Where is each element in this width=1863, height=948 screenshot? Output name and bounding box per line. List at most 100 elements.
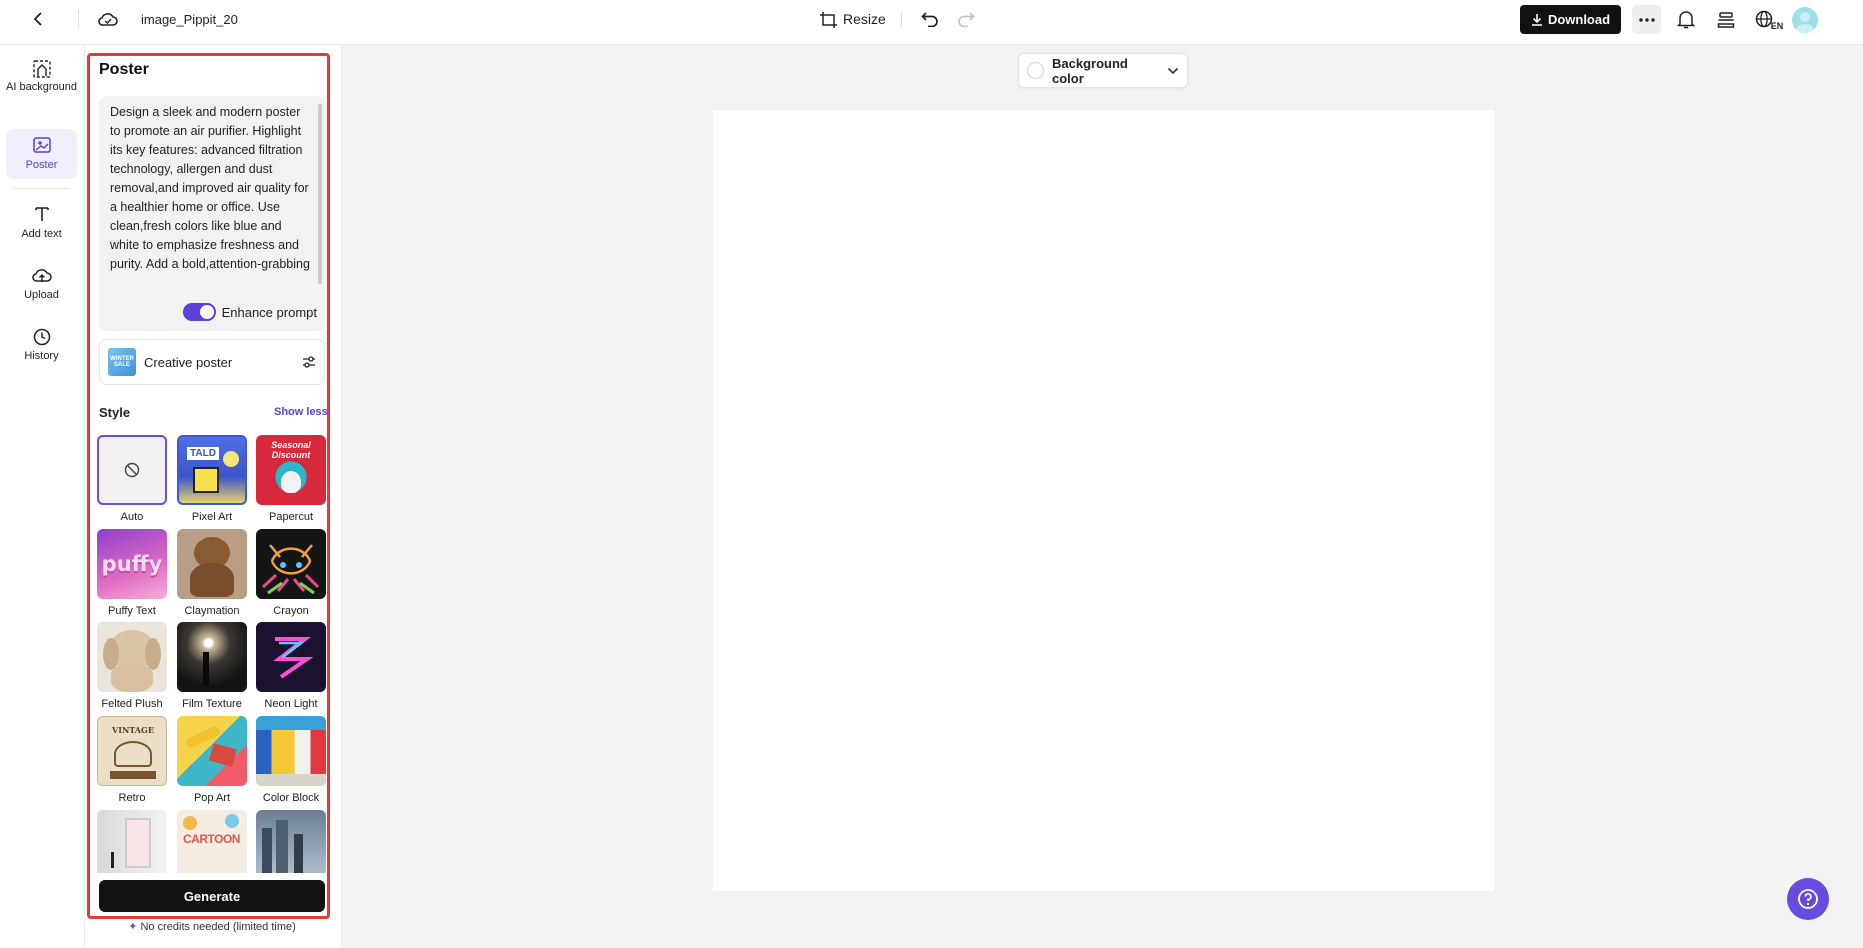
rail-item-poster[interactable]: Poster (6, 129, 77, 179)
plush-ear-shape (103, 638, 119, 670)
style-tile-pop-art[interactable]: Pop Art (177, 716, 247, 804)
prompt-text[interactable]: Design a sleek and modern poster to prom… (110, 103, 313, 289)
settings-sliders-icon[interactable] (302, 355, 316, 369)
style-thumbnail: VINTAGE (97, 716, 167, 786)
resize-button[interactable]: Resize (820, 0, 886, 38)
background-color-swatch (1027, 62, 1044, 79)
credits-note-text: No credits needed (limited time) (140, 921, 296, 933)
undo-icon (921, 12, 938, 27)
style-heading: Style (99, 405, 131, 420)
pixel-moon-shape (223, 451, 239, 467)
style-tile-futuristic-city[interactable] (256, 810, 326, 873)
show-less-link[interactable]: Show less (274, 406, 328, 418)
redo-button[interactable] (954, 0, 978, 38)
background-color-dropdown[interactable]: Background color (1018, 53, 1188, 88)
style-tile-film-texture[interactable]: Film Texture (177, 622, 247, 710)
tool-rail: AI background Poster Add text Upload His… (0, 45, 84, 948)
divider (14, 188, 70, 189)
papercut-thumb-text: Seasonal Discount (271, 440, 311, 460)
city-tower-shape (276, 820, 288, 873)
layers-button[interactable] (1711, 5, 1740, 34)
rail-item-upload[interactable]: Upload (6, 266, 77, 312)
style-tile-minimal[interactable] (97, 810, 167, 873)
cartoon-balloon-shape (225, 814, 239, 828)
text-icon (34, 207, 49, 221)
rail-item-ai-background[interactable]: AI background (6, 59, 77, 115)
style-label: Felted Plush (101, 698, 163, 710)
minimal-figure-shape (111, 852, 114, 868)
style-label: Claymation (184, 605, 240, 617)
avatar[interactable] (1792, 7, 1818, 33)
user-icon (1795, 12, 1815, 33)
redo-icon (958, 12, 975, 27)
more-options-button[interactable] (1632, 5, 1661, 34)
enhance-prompt-control: Enhance prompt (182, 303, 317, 321)
style-thumbnail (177, 716, 247, 786)
divider (78, 10, 79, 28)
style-label: Pixel Art (191, 511, 233, 523)
poster-canvas[interactable] (713, 110, 1494, 891)
crayon-cat-drawing (261, 544, 320, 595)
rail-label: Upload (24, 289, 59, 301)
style-tile-claymation[interactable]: Claymation (177, 529, 247, 617)
style-label: Auto (120, 511, 144, 523)
question-icon (1798, 889, 1818, 909)
retro-banner-shape (110, 771, 156, 779)
style-label: Neon Light (264, 698, 318, 710)
style-label: Pop Art (193, 792, 231, 804)
style-label: Color Block (262, 792, 320, 804)
style-tile-felted-plush[interactable]: Felted Plush (97, 622, 167, 710)
undo-button[interactable] (918, 0, 942, 38)
document-title[interactable]: image_Pippit_20 (141, 0, 238, 38)
style-thumbnail (97, 622, 167, 692)
language-button[interactable]: EN (1752, 5, 1786, 34)
bell-icon (1676, 11, 1695, 29)
prompt-scrollbar[interactable] (318, 104, 322, 284)
style-tile-cartoon[interactable]: CARTOON (177, 810, 247, 873)
style-label: Puffy Text (108, 605, 156, 617)
style-grid: Auto TALD Pixel Art Seasonal Discount Pa… (97, 435, 329, 873)
style-tile-auto[interactable]: Auto (97, 435, 167, 523)
panel-title: Poster (99, 61, 149, 78)
resize-label: Resize (843, 11, 886, 27)
style-tile-neon-light[interactable]: Neon Light (256, 622, 326, 710)
more-icon (1638, 17, 1655, 22)
style-thumbnail (256, 810, 326, 873)
style-tile-color-block[interactable]: Color Block (256, 716, 326, 804)
style-label: Crayon (273, 605, 309, 617)
chevron-down-icon (1167, 67, 1179, 74)
style-tile-pixel-art[interactable]: TALD Pixel Art (177, 435, 247, 523)
rail-item-add-text[interactable]: Add text (6, 204, 77, 250)
pop-book-shape (209, 743, 237, 767)
rail-label: Add text (21, 228, 62, 240)
style-thumbnail: TALD (177, 435, 247, 505)
generate-button[interactable]: Generate (99, 880, 325, 912)
retro-ornament-shape (114, 741, 152, 767)
ban-icon (124, 462, 140, 478)
cloud-icon (98, 13, 118, 26)
upload-icon (31, 269, 52, 282)
plush-body-shape (111, 664, 153, 692)
prompt-input[interactable]: Design a sleek and modern poster to prom… (99, 96, 325, 331)
credits-note: ✦ No credits needed (limited time) (99, 920, 325, 933)
style-thumbnail: Seasonal Discount (256, 435, 326, 505)
back-button[interactable] (24, 0, 54, 38)
style-tile-puffy-text[interactable]: puffy Puffy Text (97, 529, 167, 617)
download-button[interactable]: Download (1520, 5, 1621, 34)
background-color-label: Background color (1052, 55, 1128, 86)
style-label: Film Texture (182, 698, 242, 710)
rail-label: AI background (6, 81, 77, 93)
style-tile-papercut[interactable]: Seasonal Discount Papercut (256, 435, 326, 523)
divider (901, 11, 902, 27)
enhance-prompt-toggle[interactable] (182, 303, 216, 321)
language-code: EN (1770, 20, 1784, 31)
style-tile-crayon[interactable]: Crayon (256, 529, 326, 617)
rail-item-history[interactable]: History (6, 327, 77, 373)
top-bar: image_Pippit_20 Resize Download EN (0, 0, 1863, 45)
cloud-sync-button[interactable] (94, 0, 122, 38)
notifications-button[interactable] (1671, 5, 1700, 34)
poster-type-thumb-text: WINTER SALE (110, 356, 134, 368)
style-tile-retro[interactable]: VINTAGE Retro (97, 716, 167, 804)
help-button[interactable] (1787, 878, 1829, 920)
poster-type-selector[interactable]: WINTER SALE Creative poster (99, 339, 325, 385)
